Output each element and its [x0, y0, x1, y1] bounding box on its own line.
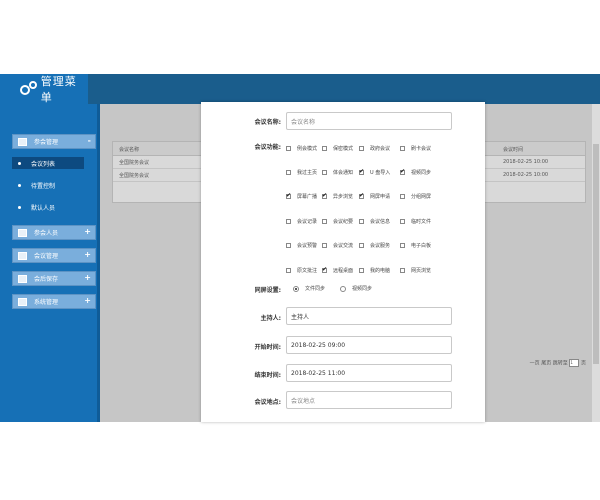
start-time-label: 开始时间: — [254, 344, 281, 351]
meeting-icon — [18, 251, 27, 260]
top-bar: 管理菜单 — [0, 74, 600, 104]
checkbox-icon[interactable] — [322, 219, 327, 224]
end-time-label: 结束时间: — [254, 372, 281, 379]
function-option[interactable]: 视频同步 — [400, 168, 431, 176]
people-icon — [18, 228, 27, 237]
start-time-input[interactable]: 2018-02-25 09:00 — [286, 336, 452, 354]
checkbox-icon[interactable] — [400, 268, 405, 273]
checkbox-icon[interactable] — [322, 243, 327, 248]
name-label: 会议名称: — [254, 119, 281, 126]
host-label: 主持人: — [260, 315, 281, 322]
scrollbar[interactable] — [592, 104, 600, 422]
checkbox-icon[interactable] — [400, 219, 405, 224]
checkbox-icon[interactable] — [322, 146, 327, 151]
sync-option-video[interactable]: 视频同步 — [340, 285, 372, 292]
checkbox-icon[interactable] — [286, 219, 291, 224]
checkbox-icon[interactable] — [286, 146, 291, 151]
sidebar-item-control[interactable]: 待置控制 — [18, 179, 55, 191]
checkbox-icon[interactable] — [286, 170, 291, 175]
function-option[interactable]: 我的电脑 — [359, 267, 390, 274]
host-input[interactable]: 主持人 — [286, 307, 452, 325]
function-option[interactable]: U 盘导入 — [359, 168, 390, 176]
expand-icon[interactable]: + — [84, 227, 91, 236]
function-option[interactable]: 我过主页 — [286, 169, 317, 176]
function-option[interactable]: 临时文件 — [400, 218, 431, 225]
checkbox-icon[interactable] — [359, 192, 364, 199]
expand-icon[interactable]: + — [84, 296, 91, 305]
function-option[interactable]: 远程桌面 — [322, 266, 353, 274]
checkbox-icon[interactable] — [359, 268, 364, 273]
function-option[interactable]: 电子白板 — [400, 242, 431, 249]
gear-icon — [20, 81, 38, 97]
function-option[interactable]: 体会通知 — [322, 169, 353, 176]
save-icon — [18, 274, 27, 283]
menu-group-save[interactable]: 会后保存 + — [12, 271, 96, 286]
function-option[interactable]: 原文批注 — [286, 267, 317, 274]
end-time-input[interactable]: 2018-02-25 11:00 — [286, 364, 452, 382]
function-option[interactable]: 会议记录 — [286, 218, 317, 225]
column-header-time: 会议时间 — [503, 147, 524, 153]
sidebar-item-default-people[interactable]: 默认人员 — [18, 201, 55, 213]
function-option[interactable]: 会议信息 — [359, 218, 390, 225]
meeting-form-dialog: 会议名称: 会议名称 会议功能: 例会模式 保密模式 政府会议 刷卡会议我过主页 体会通… — [201, 102, 485, 422]
sidebar-item-meeting-list[interactable]: 会议列表 — [12, 157, 84, 169]
radio-icon[interactable] — [340, 285, 346, 292]
checkbox-icon[interactable] — [359, 168, 364, 175]
function-option[interactable]: 例会模式 — [286, 145, 317, 152]
meeting-place-input[interactable]: 会议地点 — [286, 391, 452, 409]
folder-icon — [18, 137, 27, 146]
function-option[interactable]: 会议服务 — [359, 242, 390, 249]
checkbox-icon[interactable] — [322, 192, 327, 199]
function-option[interactable]: 保密模式 — [322, 145, 353, 152]
menu-group-meeting[interactable]: 会议管理 + — [12, 248, 96, 263]
collapse-icon[interactable]: - — [88, 136, 91, 145]
app-logo: 管理菜单 — [0, 74, 88, 104]
checkbox-icon[interactable] — [322, 266, 327, 273]
sync-label: 同屏设置: — [254, 287, 281, 294]
menu-group-system[interactable]: 系统管理 + — [12, 294, 96, 309]
function-option[interactable]: 网屏申请 — [359, 192, 390, 200]
function-option[interactable]: 刷卡会议 — [400, 145, 431, 152]
function-option[interactable]: 会议纪要 — [322, 218, 353, 225]
page-jump-input[interactable]: 1 — [569, 359, 580, 367]
app-title: 管理菜单 — [40, 75, 77, 104]
checkbox-icon[interactable] — [286, 243, 291, 248]
radio-icon[interactable] — [293, 285, 299, 292]
function-option[interactable]: 政府会议 — [359, 145, 390, 152]
function-option[interactable]: 分组网屏 — [400, 193, 431, 200]
function-label: 会议功能: — [254, 144, 281, 151]
expand-icon[interactable]: + — [84, 250, 91, 259]
function-option[interactable]: 会议预警 — [286, 242, 317, 249]
function-option[interactable]: 屏幕广播 — [286, 192, 317, 200]
checkbox-icon[interactable] — [359, 243, 364, 248]
checkbox-icon[interactable] — [400, 194, 405, 199]
checkbox-icon[interactable] — [286, 192, 291, 199]
checkbox-icon[interactable] — [400, 243, 405, 248]
checkbox-icon[interactable] — [322, 170, 327, 175]
checkbox-icon[interactable] — [359, 219, 364, 224]
place-label: 会议地点: — [254, 399, 281, 406]
meeting-name-input[interactable]: 会议名称 — [286, 112, 452, 130]
expand-icon[interactable]: + — [84, 273, 91, 282]
checkbox-icon[interactable] — [359, 146, 364, 151]
sync-option-file[interactable]: 文件同步 — [293, 285, 325, 292]
function-option[interactable]: 网页浏览 — [400, 267, 431, 274]
function-option[interactable]: 会议交流 — [322, 242, 353, 249]
checkbox-icon[interactable] — [400, 146, 405, 151]
settings-icon — [18, 297, 27, 306]
checkbox-icon[interactable] — [286, 268, 291, 273]
pagination: 一页 尾页 跳转至 1 页 — [529, 359, 586, 367]
checkbox-icon[interactable] — [400, 168, 405, 175]
function-option[interactable]: 异步浏览 — [322, 192, 353, 200]
column-header-name: 会议名称 — [119, 147, 140, 153]
sidebar: 参会管理 - 会议列表 待置控制 默认人员 参会人员 + 会议管理 + 会后保存… — [0, 104, 100, 422]
menu-group-participants[interactable]: 参会人员 + — [12, 225, 96, 240]
menu-group-attendance[interactable]: 参会管理 - — [12, 134, 96, 149]
